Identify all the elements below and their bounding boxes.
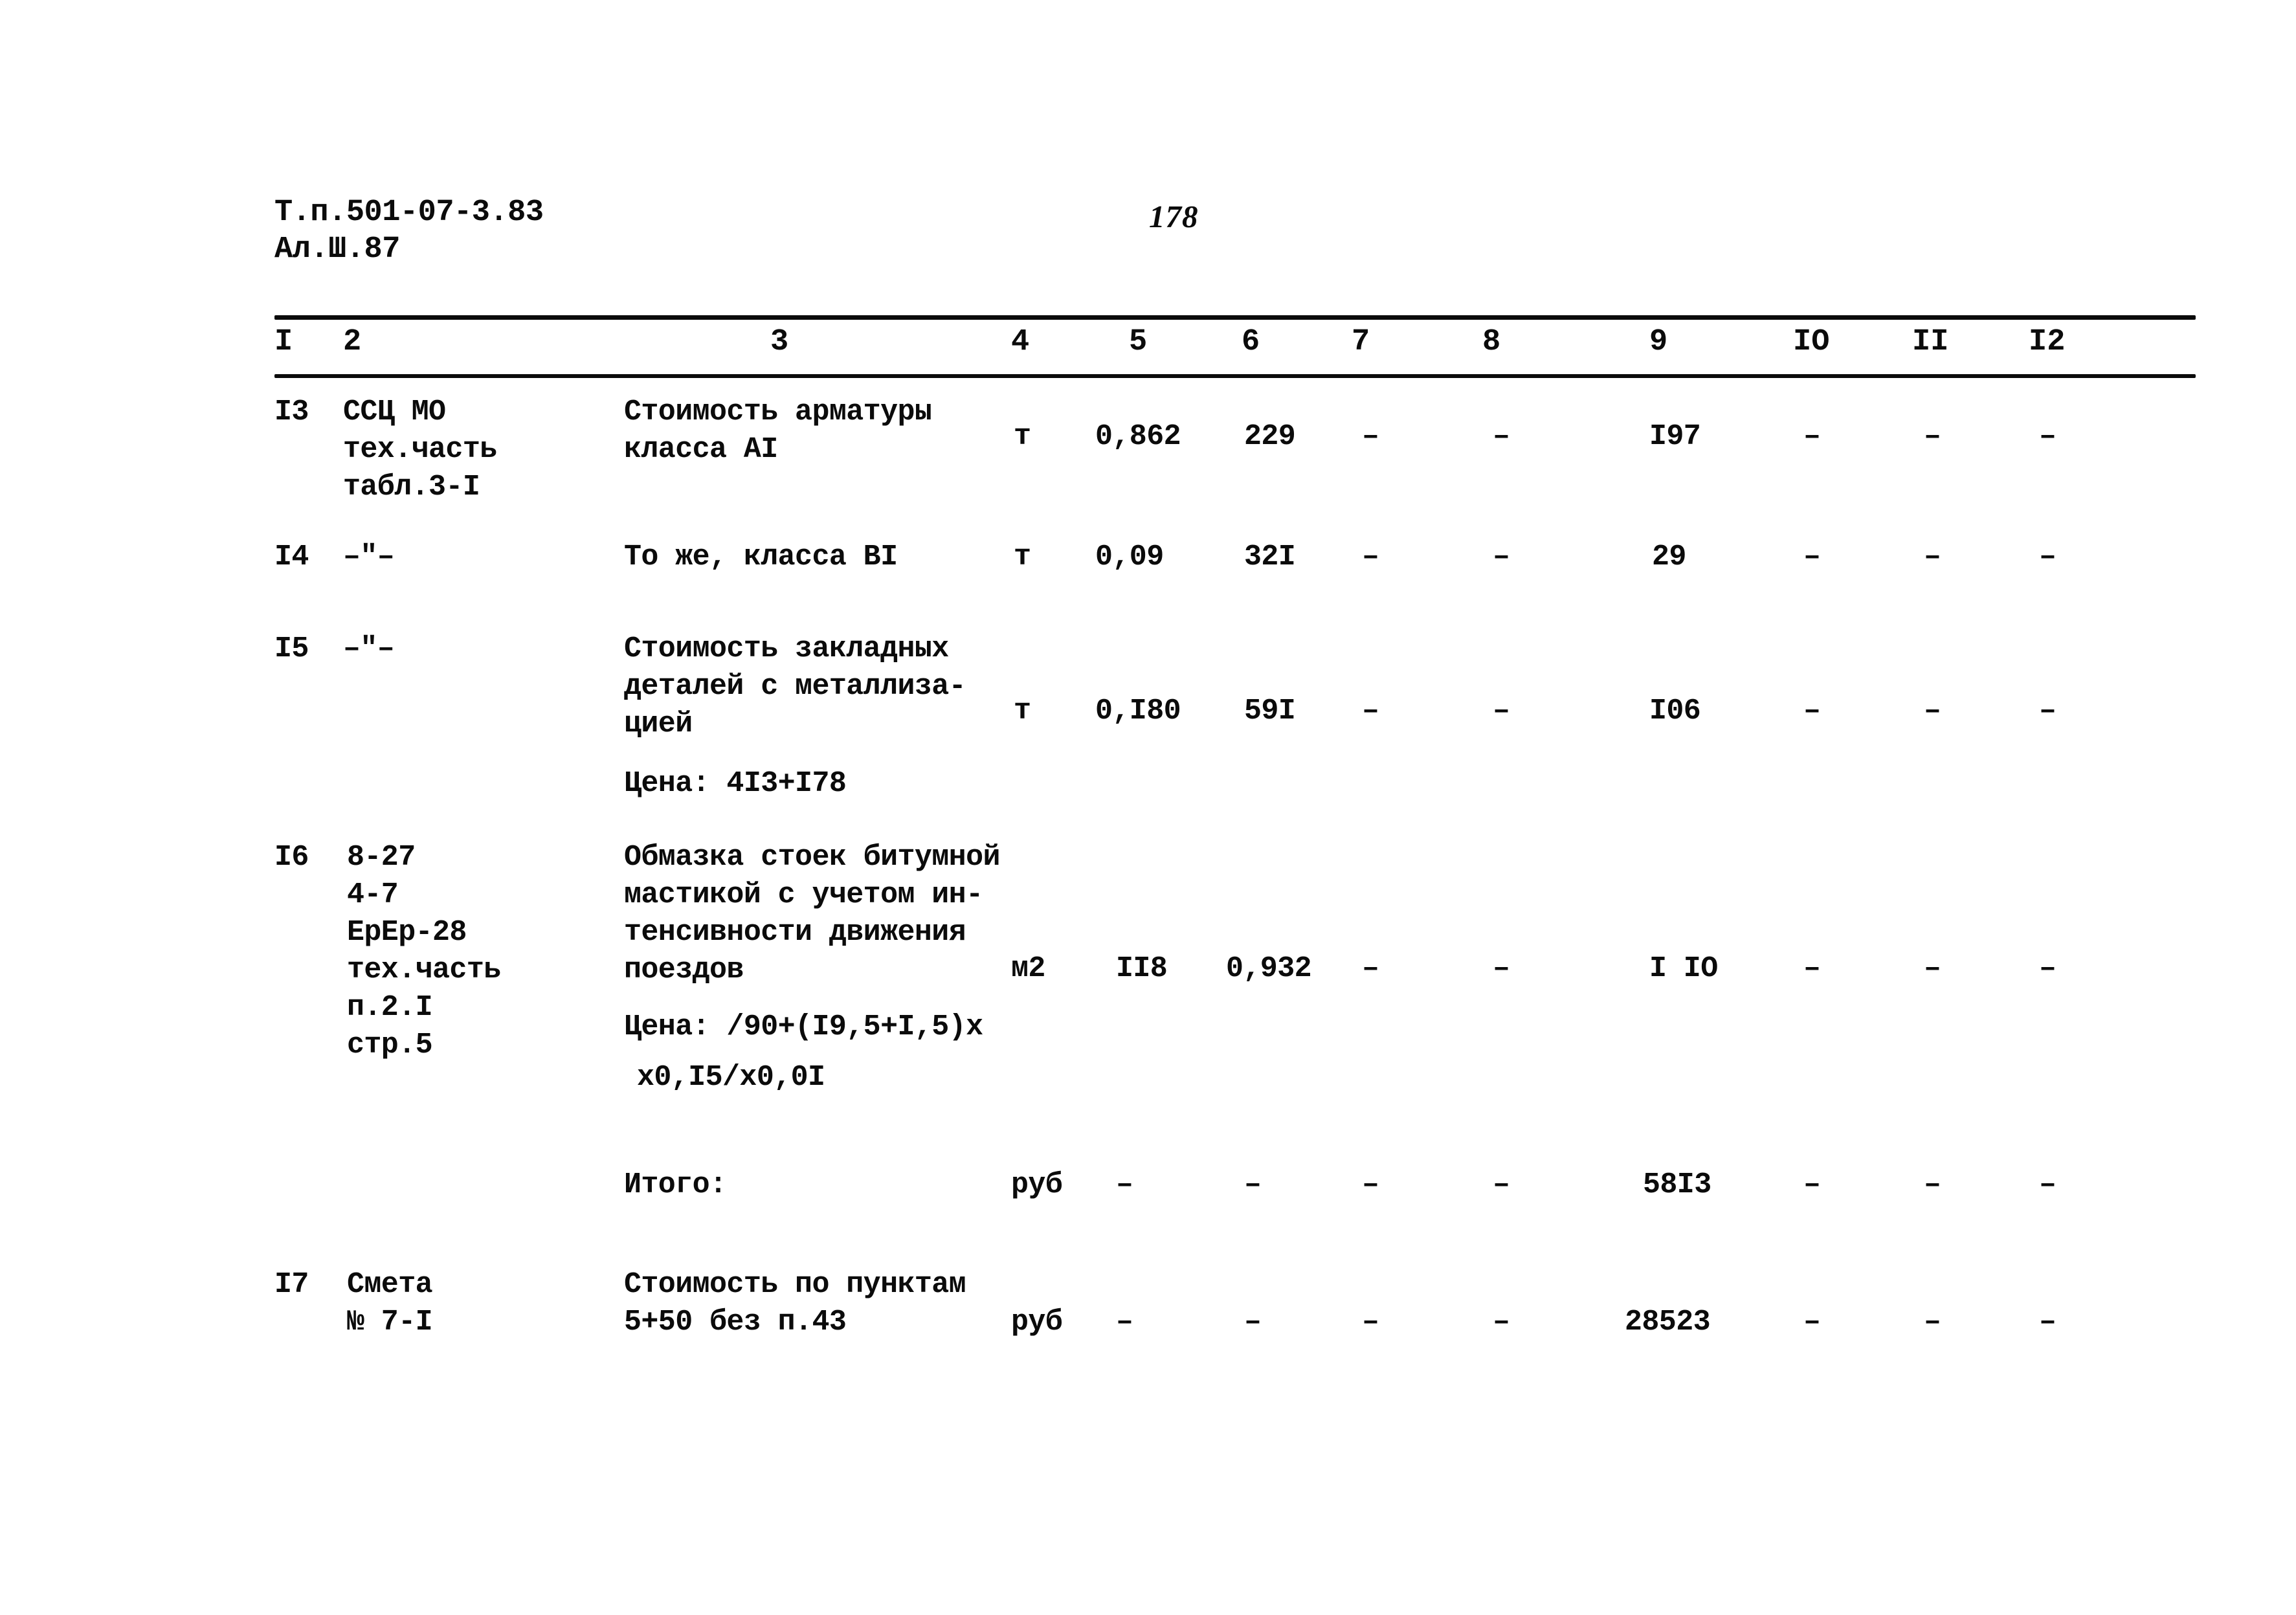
row-price-note-line-1: Цена: /90+(I9,5+I,5)х bbox=[624, 1010, 983, 1043]
column-header-1: I bbox=[274, 325, 293, 359]
row-reference: Смета № 7-I bbox=[347, 1268, 433, 1339]
column-header-7: 7 bbox=[1352, 325, 1370, 359]
column-header-5: 5 bbox=[1129, 325, 1148, 359]
row-reference: –"– bbox=[343, 540, 395, 574]
row-value-8: – bbox=[1493, 952, 1510, 985]
column-header-12: I2 bbox=[2029, 325, 2066, 359]
row-value-9: 28523 bbox=[1625, 1306, 1711, 1339]
row-value-7: – bbox=[1362, 540, 1379, 574]
row-number: I6 bbox=[274, 841, 309, 874]
row-number: I7 bbox=[274, 1268, 309, 1301]
row-reference: 8-27 4-7 ЕрЕр-28 тех.часть п.2.I стр.5 bbox=[347, 841, 501, 1062]
page-number: 178 bbox=[1149, 199, 1199, 234]
column-header-4: 4 bbox=[1011, 325, 1030, 359]
row-value-8: – bbox=[1493, 1168, 1510, 1201]
row-value-8: – bbox=[1493, 695, 1510, 728]
row-reference: –"– bbox=[343, 632, 395, 665]
row-value-7: – bbox=[1362, 1168, 1379, 1201]
row-value-6: – bbox=[1244, 1306, 1262, 1339]
document-code-line-1: Т.п.501-07-3.83 bbox=[274, 195, 544, 230]
row-value-6: 0,932 bbox=[1226, 952, 1312, 985]
column-header-9: 9 bbox=[1649, 325, 1668, 359]
row-price-note-line-2: х0,I5/х0,0I bbox=[637, 1061, 825, 1094]
row-unit: руб bbox=[1011, 1168, 1063, 1201]
row-unit: руб bbox=[1011, 1306, 1063, 1339]
row-value-7: – bbox=[1362, 952, 1379, 985]
row-value-11: – bbox=[1924, 1168, 1941, 1201]
column-header-8: 8 bbox=[1482, 325, 1501, 359]
row-value-11: – bbox=[1924, 540, 1941, 574]
row-value-6: – bbox=[1244, 1168, 1262, 1201]
row-value-6: 59I bbox=[1244, 695, 1296, 728]
row-value-12: – bbox=[2039, 1306, 2056, 1339]
row-number: I3 bbox=[274, 395, 309, 429]
row-value-11: – bbox=[1924, 420, 1941, 453]
row-value-11: – bbox=[1924, 695, 1941, 728]
row-value-11: – bbox=[1924, 1306, 1941, 1339]
row-number: I4 bbox=[274, 540, 309, 574]
column-header-3: 3 bbox=[770, 325, 789, 359]
row-value-12: – bbox=[2039, 1168, 2056, 1201]
total-label: Итого: bbox=[624, 1168, 727, 1201]
row-value-5: 0,I80 bbox=[1095, 695, 1181, 728]
column-header-11: II bbox=[1912, 325, 1949, 359]
row-value-5: – bbox=[1116, 1306, 1133, 1339]
row-value-10: – bbox=[1803, 695, 1821, 728]
row-value-9: I97 bbox=[1649, 420, 1701, 453]
row-value-7: – bbox=[1362, 1306, 1379, 1339]
row-price-note: Цена: 4I3+I78 bbox=[624, 767, 847, 800]
document-header: Т.п.501-07-3.83 Ал.Ш.87 bbox=[274, 194, 544, 269]
row-value-7: – bbox=[1362, 420, 1379, 453]
row-value-10: – bbox=[1803, 420, 1821, 453]
row-value-10: – bbox=[1803, 1306, 1821, 1339]
row-value-7: – bbox=[1362, 695, 1379, 728]
row-value-9: I IO bbox=[1649, 952, 1718, 985]
document-code-line-2: Ал.Ш.87 bbox=[274, 232, 400, 267]
row-unit: м2 bbox=[1011, 952, 1045, 985]
table-body: I3 ССЦ МО тех.часть табл.3-I Стоимость а… bbox=[274, 378, 2196, 1388]
row-value-5: 0,862 bbox=[1095, 420, 1181, 453]
row-value-8: – bbox=[1493, 540, 1510, 574]
row-number: I5 bbox=[274, 632, 309, 665]
column-header-2: 2 bbox=[343, 325, 362, 359]
row-unit: т bbox=[1014, 695, 1031, 728]
row-value-5: II8 bbox=[1116, 952, 1168, 985]
row-value-10: – bbox=[1803, 1168, 1821, 1201]
row-value-8: – bbox=[1493, 420, 1510, 453]
row-value-9: 58I3 bbox=[1643, 1168, 1711, 1201]
row-description: То же, класса ВI bbox=[624, 540, 898, 574]
row-description: Обмазка стоек битумной мастикой с учетом… bbox=[624, 841, 1001, 986]
column-header-6: 6 bbox=[1242, 325, 1260, 359]
row-value-9: I06 bbox=[1649, 695, 1701, 728]
row-value-5: 0,09 bbox=[1095, 540, 1164, 574]
row-value-11: – bbox=[1924, 952, 1941, 985]
row-description: Стоимость арматуры класса АI bbox=[624, 395, 932, 466]
row-value-12: – bbox=[2039, 695, 2056, 728]
row-description: Стоимость по пунктам 5+50 без п.43 bbox=[624, 1268, 966, 1339]
row-unit: т bbox=[1014, 420, 1031, 453]
column-header-10: IO bbox=[1793, 325, 1830, 359]
row-value-8: – bbox=[1493, 1306, 1510, 1339]
row-value-6: 32I bbox=[1244, 540, 1296, 574]
estimate-table: I 2 3 4 5 6 7 8 9 IO II I2 I3 ССЦ МО тех… bbox=[274, 315, 2196, 1388]
row-value-9: 29 bbox=[1652, 540, 1686, 574]
table-top-rule bbox=[274, 315, 2196, 320]
row-value-12: – bbox=[2039, 540, 2056, 574]
row-value-10: – bbox=[1803, 540, 1821, 574]
row-value-5: – bbox=[1116, 1168, 1133, 1201]
table-column-header-row: I 2 3 4 5 6 7 8 9 IO II I2 bbox=[274, 320, 2196, 374]
row-description: Стоимость закладных деталей с металлиза-… bbox=[624, 632, 966, 741]
row-value-10: – bbox=[1803, 952, 1821, 985]
row-unit: т bbox=[1014, 540, 1031, 574]
row-reference: ССЦ МО тех.часть табл.3-I bbox=[343, 395, 497, 504]
row-value-12: – bbox=[2039, 420, 2056, 453]
row-value-6: 229 bbox=[1244, 420, 1296, 453]
row-value-12: – bbox=[2039, 952, 2056, 985]
